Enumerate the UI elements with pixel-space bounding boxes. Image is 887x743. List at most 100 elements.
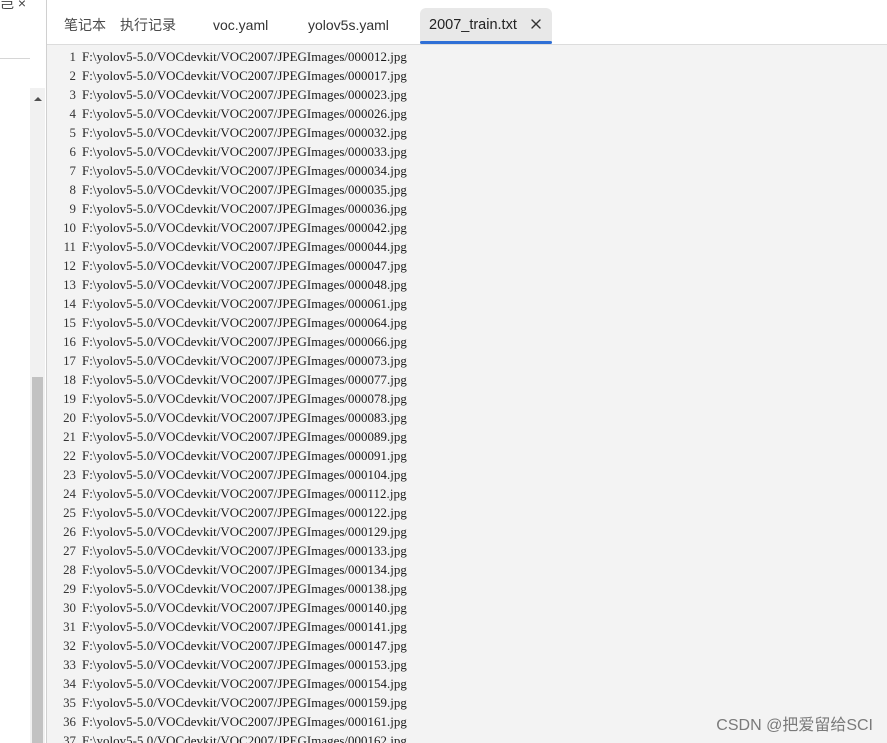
line-number: 17: [63, 354, 76, 368]
tab-yolov5s-yaml[interactable]: yolov5s.yaml: [308, 8, 389, 42]
line-number: 15: [63, 316, 76, 330]
editor-line[interactable]: 17 F:\yolov5-5.0/VOCdevkit/VOC2007/JPEGIm…: [47, 352, 407, 371]
editor-line[interactable]: 37 F:\yolov5-5.0/VOCdevkit/VOC2007/JPEGIm…: [47, 732, 407, 743]
editor-line[interactable]: 18 F:\yolov5-5.0/VOCdevkit/VOC2007/JPEGIm…: [47, 371, 407, 390]
line-text[interactable]: F:\yolov5-5.0/VOCdevkit/VOC2007/JPEGImag…: [82, 694, 407, 713]
editor-line[interactable]: 9 F:\yolov5-5.0/VOCdevkit/VOC2007/JPEGIma…: [47, 200, 407, 219]
editor-line[interactable]: 30 F:\yolov5-5.0/VOCdevkit/VOC2007/JPEGIm…: [47, 599, 407, 618]
line-text[interactable]: F:\yolov5-5.0/VOCdevkit/VOC2007/JPEGImag…: [82, 48, 407, 67]
editor-line[interactable]: 32 F:\yolov5-5.0/VOCdevkit/VOC2007/JPEGIm…: [47, 637, 407, 656]
editor-line[interactable]: 21 F:\yolov5-5.0/VOCdevkit/VOC2007/JPEGIm…: [47, 428, 407, 447]
line-text[interactable]: F:\yolov5-5.0/VOCdevkit/VOC2007/JPEGImag…: [82, 257, 407, 276]
line-number: 13: [63, 278, 76, 292]
editor-line[interactable]: 33 F:\yolov5-5.0/VOCdevkit/VOC2007/JPEGIm…: [47, 656, 407, 675]
line-text[interactable]: F:\yolov5-5.0/VOCdevkit/VOC2007/JPEGImag…: [82, 580, 407, 599]
scroll-thumb[interactable]: [32, 377, 43, 743]
editor-line[interactable]: 23 F:\yolov5-5.0/VOCdevkit/VOC2007/JPEGIm…: [47, 466, 407, 485]
line-text[interactable]: F:\yolov5-5.0/VOCdevkit/VOC2007/JPEGImag…: [82, 428, 407, 447]
line-text[interactable]: F:\yolov5-5.0/VOCdevkit/VOC2007/JPEGImag…: [82, 732, 407, 743]
tab-2007-train-txt[interactable]: 2007_train.txt: [420, 8, 552, 44]
line-text[interactable]: F:\yolov5-5.0/VOCdevkit/VOC2007/JPEGImag…: [82, 238, 407, 257]
editor-line[interactable]: 6 F:\yolov5-5.0/VOCdevkit/VOC2007/JPEGIma…: [47, 143, 407, 162]
editor-line[interactable]: 29 F:\yolov5-5.0/VOCdevkit/VOC2007/JPEGIm…: [47, 580, 407, 599]
editor-line[interactable]: 35 F:\yolov5-5.0/VOCdevkit/VOC2007/JPEGIm…: [47, 694, 407, 713]
editor-line[interactable]: 19 F:\yolov5-5.0/VOCdevkit/VOC2007/JPEGIm…: [47, 390, 407, 409]
line-text[interactable]: F:\yolov5-5.0/VOCdevkit/VOC2007/JPEGImag…: [82, 124, 407, 143]
line-text[interactable]: F:\yolov5-5.0/VOCdevkit/VOC2007/JPEGImag…: [82, 181, 407, 200]
line-text[interactable]: F:\yolov5-5.0/VOCdevkit/VOC2007/JPEGImag…: [82, 523, 407, 542]
line-text[interactable]: F:\yolov5-5.0/VOCdevkit/VOC2007/JPEGImag…: [82, 86, 407, 105]
line-number: 22: [63, 449, 76, 463]
line-text[interactable]: F:\yolov5-5.0/VOCdevkit/VOC2007/JPEGImag…: [82, 143, 407, 162]
editor-line[interactable]: 22 F:\yolov5-5.0/VOCdevkit/VOC2007/JPEGIm…: [47, 447, 407, 466]
editor-line[interactable]: 24 F:\yolov5-5.0/VOCdevkit/VOC2007/JPEGIm…: [47, 485, 406, 504]
editor-line[interactable]: 14 F:\yolov5-5.0/VOCdevkit/VOC2007/JPEGIm…: [47, 295, 407, 314]
line-text[interactable]: F:\yolov5-5.0/VOCdevkit/VOC2007/JPEGImag…: [82, 352, 407, 371]
line-number: 28: [63, 563, 76, 577]
tab-label: yolov5s.yaml: [308, 17, 389, 33]
editor-line[interactable]: 7 F:\yolov5-5.0/VOCdevkit/VOC2007/JPEGIma…: [47, 162, 407, 181]
line-number: 34: [63, 677, 76, 691]
line-number: 3: [69, 88, 76, 102]
line-text[interactable]: F:\yolov5-5.0/VOCdevkit/VOC2007/JPEGImag…: [82, 637, 407, 656]
left-panel: 岂 ×: [0, 0, 46, 743]
editor-line[interactable]: 34 F:\yolov5-5.0/VOCdevkit/VOC2007/JPEGIm…: [47, 675, 407, 694]
line-text[interactable]: F:\yolov5-5.0/VOCdevkit/VOC2007/JPEGImag…: [82, 466, 407, 485]
editor-line[interactable]: 3 F:\yolov5-5.0/VOCdevkit/VOC2007/JPEGIma…: [47, 86, 407, 105]
line-text[interactable]: F:\yolov5-5.0/VOCdevkit/VOC2007/JPEGImag…: [82, 162, 407, 181]
editor-line[interactable]: 26 F:\yolov5-5.0/VOCdevkit/VOC2007/JPEGIm…: [47, 523, 407, 542]
editor-line[interactable]: 36 F:\yolov5-5.0/VOCdevkit/VOC2007/JPEGIm…: [47, 713, 407, 732]
editor-line[interactable]: 12 F:\yolov5-5.0/VOCdevkit/VOC2007/JPEGIm…: [47, 257, 407, 276]
line-text[interactable]: F:\yolov5-5.0/VOCdevkit/VOC2007/JPEGImag…: [82, 675, 407, 694]
editor-line[interactable]: 2 F:\yolov5-5.0/VOCdevkit/VOC2007/JPEGIma…: [47, 67, 407, 86]
tab-voc-yaml[interactable]: voc.yaml: [213, 8, 268, 42]
line-number: 27: [63, 544, 76, 558]
line-text[interactable]: F:\yolov5-5.0/VOCdevkit/VOC2007/JPEGImag…: [82, 390, 407, 409]
left-scrollbar[interactable]: [30, 88, 45, 743]
editor-line[interactable]: 27 F:\yolov5-5.0/VOCdevkit/VOC2007/JPEGIm…: [47, 542, 407, 561]
line-text[interactable]: F:\yolov5-5.0/VOCdevkit/VOC2007/JPEGImag…: [82, 504, 407, 523]
line-text[interactable]: F:\yolov5-5.0/VOCdevkit/VOC2007/JPEGImag…: [82, 276, 407, 295]
editor-line[interactable]: 31 F:\yolov5-5.0/VOCdevkit/VOC2007/JPEGIm…: [47, 618, 407, 637]
line-text[interactable]: F:\yolov5-5.0/VOCdevkit/VOC2007/JPEGImag…: [82, 561, 407, 580]
line-text[interactable]: F:\yolov5-5.0/VOCdevkit/VOC2007/JPEGImag…: [82, 599, 407, 618]
line-text[interactable]: F:\yolov5-5.0/VOCdevkit/VOC2007/JPEGImag…: [82, 713, 407, 732]
editor-line[interactable]: 10 F:\yolov5-5.0/VOCdevkit/VOC2007/JPEGIm…: [47, 219, 407, 238]
editor-line[interactable]: 25 F:\yolov5-5.0/VOCdevkit/VOC2007/JPEGIm…: [47, 504, 407, 523]
line-text[interactable]: F:\yolov5-5.0/VOCdevkit/VOC2007/JPEGImag…: [82, 333, 407, 352]
line-text[interactable]: F:\yolov5-5.0/VOCdevkit/VOC2007/JPEGImag…: [82, 447, 407, 466]
line-text[interactable]: F:\yolov5-5.0/VOCdevkit/VOC2007/JPEGImag…: [82, 67, 407, 86]
line-text[interactable]: F:\yolov5-5.0/VOCdevkit/VOC2007/JPEGImag…: [82, 409, 407, 428]
editor-line[interactable]: 13 F:\yolov5-5.0/VOCdevkit/VOC2007/JPEGIm…: [47, 276, 407, 295]
close-icon[interactable]: [530, 18, 542, 30]
editor-line[interactable]: 4 F:\yolov5-5.0/VOCdevkit/VOC2007/JPEGIma…: [47, 105, 407, 124]
line-text[interactable]: F:\yolov5-5.0/VOCdevkit/VOC2007/JPEGImag…: [82, 314, 407, 333]
line-text[interactable]: F:\yolov5-5.0/VOCdevkit/VOC2007/JPEGImag…: [82, 485, 406, 504]
tab-notebook[interactable]: 笔记本: [64, 8, 106, 42]
line-number: 12: [63, 259, 76, 273]
line-number: 35: [63, 696, 76, 710]
line-text[interactable]: F:\yolov5-5.0/VOCdevkit/VOC2007/JPEGImag…: [82, 105, 407, 124]
left-panel-title[interactable]: 岂 ×: [0, 0, 26, 13]
editor-line[interactable]: 20 F:\yolov5-5.0/VOCdevkit/VOC2007/JPEGIm…: [47, 409, 407, 428]
line-text[interactable]: F:\yolov5-5.0/VOCdevkit/VOC2007/JPEGImag…: [82, 542, 407, 561]
line-number: 37: [63, 734, 76, 743]
editor-line[interactable]: 15 F:\yolov5-5.0/VOCdevkit/VOC2007/JPEGIm…: [47, 314, 407, 333]
scroll-up-arrow-icon[interactable]: [30, 92, 45, 106]
editor-line[interactable]: 11 F:\yolov5-5.0/VOCdevkit/VOC2007/JPEGIm…: [47, 238, 407, 257]
line-text[interactable]: F:\yolov5-5.0/VOCdevkit/VOC2007/JPEGImag…: [82, 295, 407, 314]
editor-line[interactable]: 1 F:\yolov5-5.0/VOCdevkit/VOC2007/JPEGIma…: [47, 48, 407, 67]
line-number: 6: [69, 145, 76, 159]
tab-run-history[interactable]: 执行记录: [120, 8, 176, 42]
line-text[interactable]: F:\yolov5-5.0/VOCdevkit/VOC2007/JPEGImag…: [82, 219, 407, 238]
line-text[interactable]: F:\yolov5-5.0/VOCdevkit/VOC2007/JPEGImag…: [82, 371, 407, 390]
editor-line[interactable]: 16 F:\yolov5-5.0/VOCdevkit/VOC2007/JPEGIm…: [47, 333, 407, 352]
text-editor[interactable]: 1 F:\yolov5-5.0/VOCdevkit/VOC2007/JPEGIma…: [47, 45, 887, 743]
tab-label: 执行记录: [120, 17, 176, 33]
editor-line[interactable]: 28 F:\yolov5-5.0/VOCdevkit/VOC2007/JPEGIm…: [47, 561, 407, 580]
line-text[interactable]: F:\yolov5-5.0/VOCdevkit/VOC2007/JPEGImag…: [82, 618, 407, 637]
editor-line[interactable]: 8 F:\yolov5-5.0/VOCdevkit/VOC2007/JPEGIma…: [47, 181, 407, 200]
editor-line[interactable]: 5 F:\yolov5-5.0/VOCdevkit/VOC2007/JPEGIma…: [47, 124, 407, 143]
line-text[interactable]: F:\yolov5-5.0/VOCdevkit/VOC2007/JPEGImag…: [82, 656, 407, 675]
line-text[interactable]: F:\yolov5-5.0/VOCdevkit/VOC2007/JPEGImag…: [82, 200, 407, 219]
